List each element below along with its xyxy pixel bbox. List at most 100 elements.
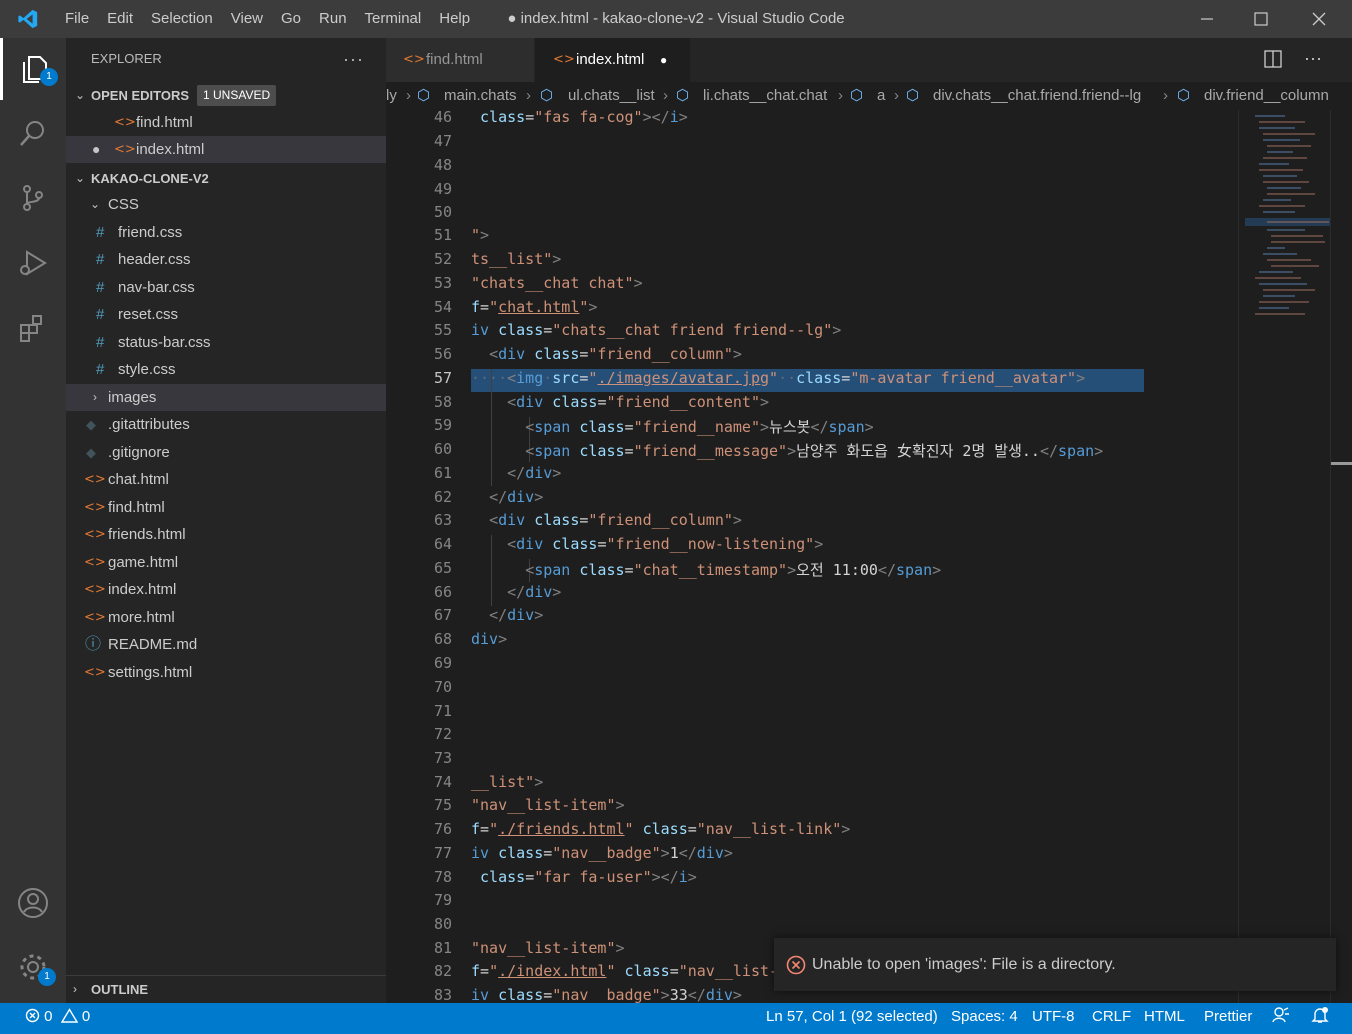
file-friends-html[interactable]: <> friends.html — [66, 521, 386, 548]
code-line-56: <div class="friend__column"> — [489, 345, 742, 363]
unsaved-dot-icon[interactable]: ● — [660, 38, 667, 82]
line-number: 77 — [433, 844, 452, 862]
maximize-button[interactable] — [1232, 0, 1290, 38]
formatter-status[interactable]: Prettier — [1204, 1003, 1252, 1031]
source-control-activity[interactable] — [0, 167, 66, 229]
notifications-bell-icon[interactable] — [1311, 1003, 1329, 1031]
file-style-css[interactable]: # style.css — [66, 356, 386, 383]
html-file-icon: <> — [84, 500, 106, 515]
menu-terminal[interactable]: Terminal — [356, 0, 431, 38]
line-number: 74 — [433, 773, 452, 791]
minimap[interactable] — [1238, 110, 1331, 1003]
chevron-down-icon: ⌄ — [74, 171, 86, 185]
menu-file[interactable]: File — [56, 0, 98, 38]
explorer-activity[interactable]: 1 — [0, 38, 66, 100]
open-editor-find[interactable]: <> find.html — [66, 109, 386, 136]
breadcrumb-item[interactable]: li.chats__chat.chat — [703, 82, 827, 110]
file-label: friends.html — [108, 526, 186, 543]
open-editor-index[interactable]: ● <> index.html — [66, 136, 386, 163]
indentation-setting[interactable]: Spaces: 4 — [951, 1003, 1018, 1031]
menu-help[interactable]: Help — [430, 0, 479, 38]
encoding-setting[interactable]: UTF-8 — [1032, 1003, 1075, 1031]
error-notification[interactable]: Unable to open 'images': File is a direc… — [774, 938, 1336, 991]
breadcrumb-item[interactable]: ly — [386, 82, 397, 110]
explorer-badge: 1 — [40, 68, 58, 86]
open-editors-section[interactable]: ⌄ OPEN EDITORS 1 UNSAVED — [66, 82, 386, 109]
run-debug-activity[interactable] — [0, 232, 66, 294]
menu-bar: File Edit Selection View Go Run Terminal… — [56, 0, 479, 38]
file-find-html[interactable]: <> find.html — [66, 494, 386, 521]
line-number: 56 — [433, 345, 452, 363]
line-number: 64 — [433, 535, 452, 553]
unsaved-badge: 1 UNSAVED — [197, 85, 277, 106]
feedback-icon[interactable] — [1272, 1003, 1290, 1031]
editor-more-actions-icon[interactable]: ··· — [1304, 38, 1322, 78]
code-line-62: </div> — [489, 488, 544, 506]
menu-view[interactable]: View — [222, 0, 272, 38]
accounts-activity[interactable] — [0, 872, 66, 934]
line-number: 73 — [433, 749, 452, 767]
minimize-button[interactable] — [1178, 0, 1236, 38]
cursor-position[interactable]: Ln 57, Col 1 (92 selected) — [766, 1003, 938, 1031]
outline-label: OUTLINE — [91, 982, 149, 997]
extensions-icon — [20, 315, 42, 342]
file-index-html[interactable]: <> index.html — [66, 576, 386, 603]
line-number: 70 — [433, 678, 452, 696]
file-game-html[interactable]: <> game.html — [66, 549, 386, 576]
menu-run[interactable]: Run — [310, 0, 356, 38]
file-more-html[interactable]: <> more.html — [66, 604, 386, 631]
breadcrumb-item[interactable]: div.chats__chat.friend.friend--lg — [933, 82, 1141, 110]
code-line-52: ts__list"> — [471, 250, 562, 268]
file-gitattributes[interactable]: ◆ .gitattributes — [66, 411, 386, 438]
outline-section[interactable]: › OUTLINE — [66, 975, 386, 1003]
file-label: friend.css — [118, 224, 183, 241]
folder-images[interactable]: › images — [66, 384, 386, 411]
git-file-icon: ◆ — [86, 445, 96, 460]
code-editor[interactable]: 46 47 48 49 50 51 52 53 54 55 56 57 58 59 60 61 62 63 64 65… — [386, 110, 1238, 1003]
breadcrumb-item[interactable]: main.chats — [444, 82, 517, 110]
code-line-46: class="fas fa-cog"></i> — [480, 110, 688, 126]
line-number: 63 — [433, 511, 452, 529]
split-editor-icon[interactable] — [1264, 50, 1284, 70]
file-gitignore[interactable]: ◆ .gitignore — [66, 439, 386, 466]
file-label: find.html — [108, 499, 165, 516]
breadcrumb-item[interactable]: ul.chats__list — [568, 82, 655, 110]
timestamp-text: 오전 11:00 — [796, 561, 878, 579]
file-header-css[interactable]: # header.css — [66, 246, 386, 273]
vertical-scrollbar[interactable] — [1330, 110, 1352, 1003]
file-settings-html[interactable]: <> settings.html — [66, 659, 386, 686]
chevron-right-icon: › — [526, 87, 531, 104]
tab-index-html[interactable]: <> index.html ● — [535, 38, 690, 82]
manage-activity[interactable]: 1 — [0, 936, 66, 998]
file-chat-html[interactable]: <> chat.html — [66, 466, 386, 493]
breadcrumb-item[interactable]: div.friend__column — [1204, 82, 1329, 110]
file-status-bar-css[interactable]: # status-bar.css — [66, 329, 386, 356]
language-mode[interactable]: HTML — [1144, 1003, 1185, 1031]
extensions-activity[interactable] — [0, 297, 66, 359]
search-activity[interactable] — [0, 102, 66, 164]
more-actions-icon[interactable]: ··· — [343, 38, 364, 80]
css-file-icon: # — [96, 306, 105, 323]
file-readme[interactable]: ⓘ README.md — [66, 631, 386, 658]
project-section[interactable]: ⌄ KAKAO-CLONE-V2 — [66, 165, 386, 192]
menu-selection[interactable]: Selection — [142, 0, 222, 38]
file-friend-css[interactable]: # friend.css — [66, 219, 386, 246]
folder-css[interactable]: ⌄ CSS — [66, 191, 386, 218]
element-icon: ⬡ — [850, 87, 864, 104]
tab-find-html[interactable]: <> find.html — [386, 38, 534, 82]
folder-label: images — [108, 389, 157, 406]
status-bar: 0 0 Ln 57, Col 1 (92 selected) Spaces: 4… — [0, 1003, 1352, 1034]
eol-setting[interactable]: CRLF — [1092, 1003, 1131, 1031]
line-number: 54 — [433, 298, 452, 316]
file-nav-bar-css[interactable]: # nav-bar.css — [66, 274, 386, 301]
activity-bar: 1 1 — [0, 38, 66, 1003]
project-label: KAKAO-CLONE-V2 — [91, 171, 209, 186]
file-reset-css[interactable]: # reset.css — [66, 301, 386, 328]
menu-go[interactable]: Go — [272, 0, 310, 38]
breadcrumb-item[interactable]: a — [877, 82, 885, 110]
problems-indicator[interactable]: 0 0 — [25, 1003, 90, 1031]
code-line-53: "chats__chat chat"> — [471, 274, 643, 292]
close-window-button[interactable] — [1290, 0, 1348, 38]
menu-edit[interactable]: Edit — [98, 0, 142, 38]
unsaved-dot-icon[interactable]: ● — [92, 136, 100, 163]
